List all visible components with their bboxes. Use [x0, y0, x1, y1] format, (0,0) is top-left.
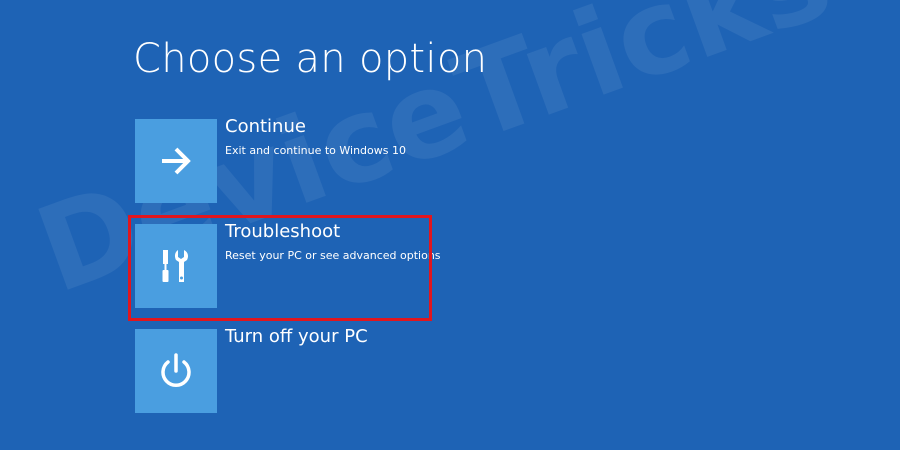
troubleshoot-label: Troubleshoot — [225, 221, 341, 242]
turn-off-option[interactable]: Turn off your PC — [135, 326, 425, 413]
continue-tile[interactable] — [135, 119, 217, 203]
arrow-right-icon — [162, 147, 191, 175]
turn-off-tile[interactable] — [135, 329, 217, 413]
continue-description: Exit and continue to Windows 10 — [225, 144, 406, 157]
troubleshoot-description: Reset your PC or see advanced options — [225, 249, 441, 262]
continue-option[interactable]: Continue Exit and continue to Windows 10 — [135, 116, 425, 203]
turn-off-label: Turn off your PC — [225, 326, 368, 347]
power-icon — [161, 353, 191, 387]
page-title: Choose an option — [133, 36, 488, 82]
tools-icon — [162, 250, 188, 282]
continue-label: Continue — [225, 116, 306, 137]
troubleshoot-tile[interactable] — [135, 224, 217, 308]
troubleshoot-option[interactable]: Troubleshoot Reset your PC or see advanc… — [135, 221, 441, 308]
